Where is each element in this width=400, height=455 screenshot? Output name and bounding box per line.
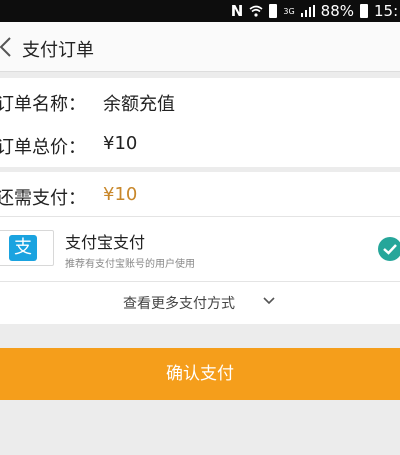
order-total-value: ¥10 (103, 133, 138, 154)
divider (0, 216, 400, 217)
nfc-icon: N (230, 2, 244, 20)
order-total-label: 订单总价： (0, 137, 86, 158)
more-payment-methods-label: 查看更多支付方式 (123, 296, 235, 312)
more-payment-methods[interactable]: 查看更多支付方式 (0, 282, 400, 322)
amount-due-label: 还需支付： (0, 188, 86, 209)
order-name-label: 订单名称： (0, 94, 86, 115)
check-icon[interactable] (378, 237, 400, 261)
order-name-value: 余额充值 (103, 94, 175, 115)
confirm-payment-button[interactable]: 确认支付 (0, 348, 400, 400)
signal-icon (300, 5, 315, 17)
network-type: 3G (283, 6, 295, 16)
payment-method-name: 支付宝支付 (65, 233, 146, 252)
page-title: 支付订单 (22, 40, 94, 61)
amount-due-value: ¥10 (103, 184, 138, 205)
status-bar: N 3G 88% 15: (0, 0, 400, 22)
battery-icon (360, 4, 368, 18)
payment-method-description: 推荐有支付宝账号的用户使用 (65, 259, 195, 270)
wifi-icon (249, 5, 263, 17)
order-info-card: 订单名称： 余额充值 订单总价： ¥10 (0, 78, 400, 167)
back-arrow-icon[interactable] (0, 35, 16, 59)
battery-level: 88% (320, 2, 354, 20)
app-header: 支付订单 (0, 22, 400, 72)
chevron-down-icon (263, 297, 275, 305)
sim-icon (269, 4, 278, 18)
clock: 15: (374, 2, 399, 20)
status-icons: N 3G 88% 15: (231, 0, 400, 22)
alipay-logo-icon: 支 (0, 230, 54, 266)
